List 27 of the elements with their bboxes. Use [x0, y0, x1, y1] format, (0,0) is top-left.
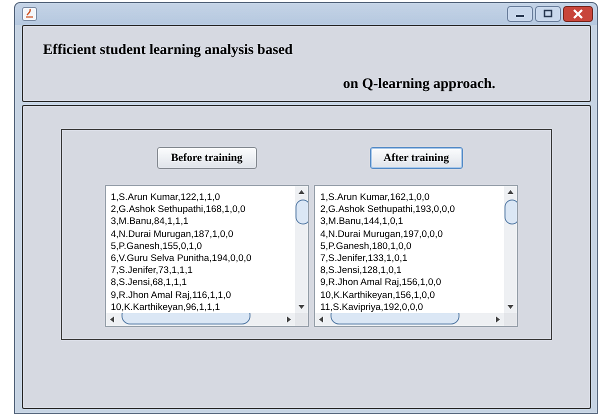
list-item[interactable]: 6,V.Guru Selva Punitha,194,0,0,0 — [110, 253, 295, 266]
list-item[interactable]: 4,N.Durai Murugan,197,0,0,0 — [320, 228, 504, 241]
list-item[interactable]: 3,M.Banu,84,1,1,1 — [110, 216, 295, 229]
list-item[interactable]: 2,G.Ashok Sethupathi,193,0,0,0 — [320, 204, 504, 216]
list-item[interactable]: 3,M.Banu,144,1,0,1 — [320, 216, 504, 229]
maximize-button[interactable] — [535, 6, 561, 22]
list-item[interactable]: 9,R.Jhon Amal Raj,156,1,0,0 — [320, 277, 504, 290]
list-item[interactable]: 8,S.Jensi,128,1,0,1 — [320, 265, 504, 278]
list-item[interactable]: 10,K.Karthikeyan,96,1,1,1 — [110, 302, 295, 313]
list-item[interactable]: 5,P.Ganesh,155,0,1,0 — [110, 240, 295, 254]
list-item[interactable]: 10,K.Karthikeyan,156,1,0,0 — [320, 290, 504, 302]
heading-text: Efficient student learning analysis based — [43, 42, 293, 59]
heading-text: on Q-learning approach. — [343, 76, 496, 93]
list-item[interactable]: 4,N.Durai Murugan,187,1,0,0 — [110, 228, 295, 241]
training-button[interactable]: Before training — [156, 147, 257, 169]
list-item[interactable]: 1,S.Arun Kumar,122,1,1,0 — [110, 192, 295, 204]
training-button[interactable]: After training — [370, 147, 463, 169]
list-item[interactable]: 1,S.Arun Kumar,162,1,0,0 — [320, 192, 504, 204]
list-item[interactable]: 8,S.Jensi,68,1,1,1 — [110, 277, 295, 290]
close-button[interactable] — [563, 6, 593, 22]
minimize-button[interactable] — [507, 6, 533, 22]
list-item[interactable]: 2,G.Ashok Sethupathi,168,1,0,0 — [110, 204, 295, 216]
list-item[interactable]: 7,S.Jenifer,73,1,1,1 — [110, 265, 295, 278]
list-item[interactable]: 7,S.Jenifer,133,1,0,1 — [320, 253, 504, 266]
list-item[interactable]: 5,P.Ganesh,180,1,0,0 — [320, 240, 504, 254]
list-item[interactable]: 9,R.Jhon Amal Raj,116,1,1,0 — [110, 290, 295, 302]
list-item[interactable]: 11,S.Kavipriya,192,0,0,0 — [320, 302, 504, 313]
